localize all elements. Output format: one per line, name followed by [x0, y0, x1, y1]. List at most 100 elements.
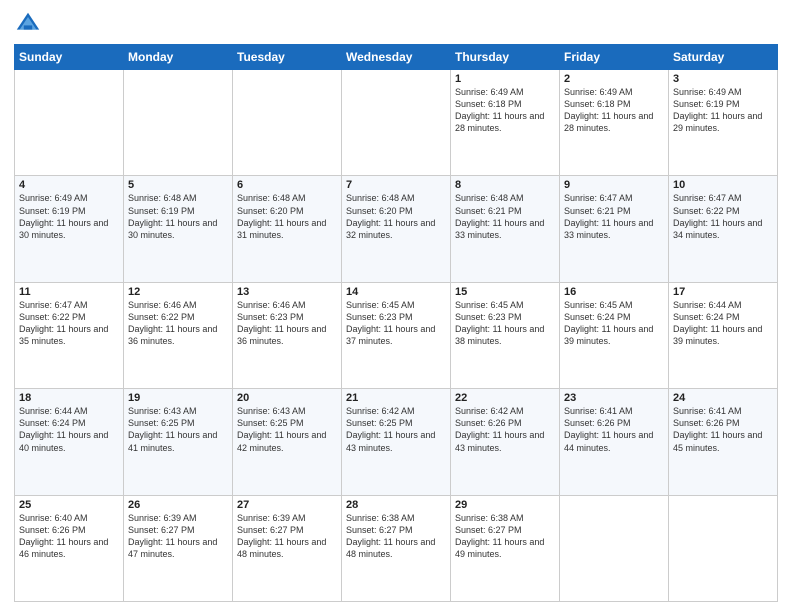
- day-info: Sunrise: 6:48 AM Sunset: 6:21 PM Dayligh…: [455, 192, 555, 241]
- calendar-cell: 22Sunrise: 6:42 AM Sunset: 6:26 PM Dayli…: [451, 389, 560, 495]
- calendar-table: SundayMondayTuesdayWednesdayThursdayFrid…: [14, 44, 778, 602]
- header: [14, 10, 778, 38]
- day-info: Sunrise: 6:39 AM Sunset: 6:27 PM Dayligh…: [237, 512, 337, 561]
- calendar-header-saturday: Saturday: [669, 45, 778, 70]
- calendar-cell: 9Sunrise: 6:47 AM Sunset: 6:21 PM Daylig…: [560, 176, 669, 282]
- calendar-cell: 20Sunrise: 6:43 AM Sunset: 6:25 PM Dayli…: [233, 389, 342, 495]
- calendar-cell: 28Sunrise: 6:38 AM Sunset: 6:27 PM Dayli…: [342, 495, 451, 601]
- calendar-header-wednesday: Wednesday: [342, 45, 451, 70]
- day-number: 6: [237, 179, 337, 191]
- calendar-week-1: 1Sunrise: 6:49 AM Sunset: 6:18 PM Daylig…: [15, 70, 778, 176]
- calendar-cell: 14Sunrise: 6:45 AM Sunset: 6:23 PM Dayli…: [342, 282, 451, 388]
- day-info: Sunrise: 6:49 AM Sunset: 6:18 PM Dayligh…: [455, 86, 555, 135]
- calendar-week-5: 25Sunrise: 6:40 AM Sunset: 6:26 PM Dayli…: [15, 495, 778, 601]
- calendar-cell: [15, 70, 124, 176]
- day-info: Sunrise: 6:42 AM Sunset: 6:26 PM Dayligh…: [455, 405, 555, 454]
- day-info: Sunrise: 6:42 AM Sunset: 6:25 PM Dayligh…: [346, 405, 446, 454]
- calendar-cell: 16Sunrise: 6:45 AM Sunset: 6:24 PM Dayli…: [560, 282, 669, 388]
- day-number: 22: [455, 392, 555, 404]
- day-number: 11: [19, 286, 119, 298]
- day-info: Sunrise: 6:47 AM Sunset: 6:21 PM Dayligh…: [564, 192, 664, 241]
- calendar-cell: 4Sunrise: 6:49 AM Sunset: 6:19 PM Daylig…: [15, 176, 124, 282]
- calendar-cell: 2Sunrise: 6:49 AM Sunset: 6:18 PM Daylig…: [560, 70, 669, 176]
- calendar-cell: 25Sunrise: 6:40 AM Sunset: 6:26 PM Dayli…: [15, 495, 124, 601]
- day-number: 17: [673, 286, 773, 298]
- day-number: 29: [455, 499, 555, 511]
- day-number: 25: [19, 499, 119, 511]
- day-number: 1: [455, 73, 555, 85]
- calendar-cell: 8Sunrise: 6:48 AM Sunset: 6:21 PM Daylig…: [451, 176, 560, 282]
- calendar-cell: [124, 70, 233, 176]
- day-number: 10: [673, 179, 773, 191]
- day-number: 21: [346, 392, 446, 404]
- calendar-cell: 18Sunrise: 6:44 AM Sunset: 6:24 PM Dayli…: [15, 389, 124, 495]
- day-info: Sunrise: 6:49 AM Sunset: 6:18 PM Dayligh…: [564, 86, 664, 135]
- calendar-cell: 12Sunrise: 6:46 AM Sunset: 6:22 PM Dayli…: [124, 282, 233, 388]
- day-number: 3: [673, 73, 773, 85]
- day-info: Sunrise: 6:45 AM Sunset: 6:23 PM Dayligh…: [455, 299, 555, 348]
- calendar-cell: 17Sunrise: 6:44 AM Sunset: 6:24 PM Dayli…: [669, 282, 778, 388]
- day-number: 28: [346, 499, 446, 511]
- day-info: Sunrise: 6:47 AM Sunset: 6:22 PM Dayligh…: [19, 299, 119, 348]
- day-number: 15: [455, 286, 555, 298]
- day-info: Sunrise: 6:41 AM Sunset: 6:26 PM Dayligh…: [673, 405, 773, 454]
- calendar-week-2: 4Sunrise: 6:49 AM Sunset: 6:19 PM Daylig…: [15, 176, 778, 282]
- day-info: Sunrise: 6:45 AM Sunset: 6:23 PM Dayligh…: [346, 299, 446, 348]
- calendar-cell: [342, 70, 451, 176]
- day-info: Sunrise: 6:38 AM Sunset: 6:27 PM Dayligh…: [346, 512, 446, 561]
- calendar-cell: 27Sunrise: 6:39 AM Sunset: 6:27 PM Dayli…: [233, 495, 342, 601]
- day-number: 19: [128, 392, 228, 404]
- calendar-header-thursday: Thursday: [451, 45, 560, 70]
- day-info: Sunrise: 6:38 AM Sunset: 6:27 PM Dayligh…: [455, 512, 555, 561]
- day-number: 13: [237, 286, 337, 298]
- calendar-cell: 10Sunrise: 6:47 AM Sunset: 6:22 PM Dayli…: [669, 176, 778, 282]
- day-number: 8: [455, 179, 555, 191]
- day-number: 16: [564, 286, 664, 298]
- calendar-cell: 5Sunrise: 6:48 AM Sunset: 6:19 PM Daylig…: [124, 176, 233, 282]
- calendar-cell: 23Sunrise: 6:41 AM Sunset: 6:26 PM Dayli…: [560, 389, 669, 495]
- day-number: 4: [19, 179, 119, 191]
- day-number: 14: [346, 286, 446, 298]
- calendar-cell: 15Sunrise: 6:45 AM Sunset: 6:23 PM Dayli…: [451, 282, 560, 388]
- day-number: 9: [564, 179, 664, 191]
- logo: [14, 10, 46, 38]
- day-number: 20: [237, 392, 337, 404]
- day-info: Sunrise: 6:48 AM Sunset: 6:19 PM Dayligh…: [128, 192, 228, 241]
- day-number: 5: [128, 179, 228, 191]
- logo-icon: [14, 10, 42, 38]
- day-info: Sunrise: 6:43 AM Sunset: 6:25 PM Dayligh…: [128, 405, 228, 454]
- day-info: Sunrise: 6:48 AM Sunset: 6:20 PM Dayligh…: [237, 192, 337, 241]
- day-number: 7: [346, 179, 446, 191]
- day-number: 23: [564, 392, 664, 404]
- day-info: Sunrise: 6:49 AM Sunset: 6:19 PM Dayligh…: [673, 86, 773, 135]
- day-number: 27: [237, 499, 337, 511]
- day-number: 18: [19, 392, 119, 404]
- day-info: Sunrise: 6:45 AM Sunset: 6:24 PM Dayligh…: [564, 299, 664, 348]
- calendar-cell: 24Sunrise: 6:41 AM Sunset: 6:26 PM Dayli…: [669, 389, 778, 495]
- calendar-cell: [233, 70, 342, 176]
- calendar-header-monday: Monday: [124, 45, 233, 70]
- calendar-cell: 19Sunrise: 6:43 AM Sunset: 6:25 PM Dayli…: [124, 389, 233, 495]
- calendar-cell: 11Sunrise: 6:47 AM Sunset: 6:22 PM Dayli…: [15, 282, 124, 388]
- day-info: Sunrise: 6:39 AM Sunset: 6:27 PM Dayligh…: [128, 512, 228, 561]
- day-info: Sunrise: 6:44 AM Sunset: 6:24 PM Dayligh…: [19, 405, 119, 454]
- day-number: 26: [128, 499, 228, 511]
- calendar-cell: 7Sunrise: 6:48 AM Sunset: 6:20 PM Daylig…: [342, 176, 451, 282]
- calendar-cell: 3Sunrise: 6:49 AM Sunset: 6:19 PM Daylig…: [669, 70, 778, 176]
- calendar-week-3: 11Sunrise: 6:47 AM Sunset: 6:22 PM Dayli…: [15, 282, 778, 388]
- day-info: Sunrise: 6:43 AM Sunset: 6:25 PM Dayligh…: [237, 405, 337, 454]
- calendar-header-friday: Friday: [560, 45, 669, 70]
- day-info: Sunrise: 6:49 AM Sunset: 6:19 PM Dayligh…: [19, 192, 119, 241]
- calendar-header-sunday: Sunday: [15, 45, 124, 70]
- calendar-cell: [560, 495, 669, 601]
- day-info: Sunrise: 6:46 AM Sunset: 6:22 PM Dayligh…: [128, 299, 228, 348]
- calendar-cell: 29Sunrise: 6:38 AM Sunset: 6:27 PM Dayli…: [451, 495, 560, 601]
- calendar-cell: 1Sunrise: 6:49 AM Sunset: 6:18 PM Daylig…: [451, 70, 560, 176]
- calendar-cell: [669, 495, 778, 601]
- calendar-cell: 21Sunrise: 6:42 AM Sunset: 6:25 PM Dayli…: [342, 389, 451, 495]
- calendar-cell: 6Sunrise: 6:48 AM Sunset: 6:20 PM Daylig…: [233, 176, 342, 282]
- calendar-header-tuesday: Tuesday: [233, 45, 342, 70]
- day-number: 24: [673, 392, 773, 404]
- day-info: Sunrise: 6:48 AM Sunset: 6:20 PM Dayligh…: [346, 192, 446, 241]
- day-info: Sunrise: 6:47 AM Sunset: 6:22 PM Dayligh…: [673, 192, 773, 241]
